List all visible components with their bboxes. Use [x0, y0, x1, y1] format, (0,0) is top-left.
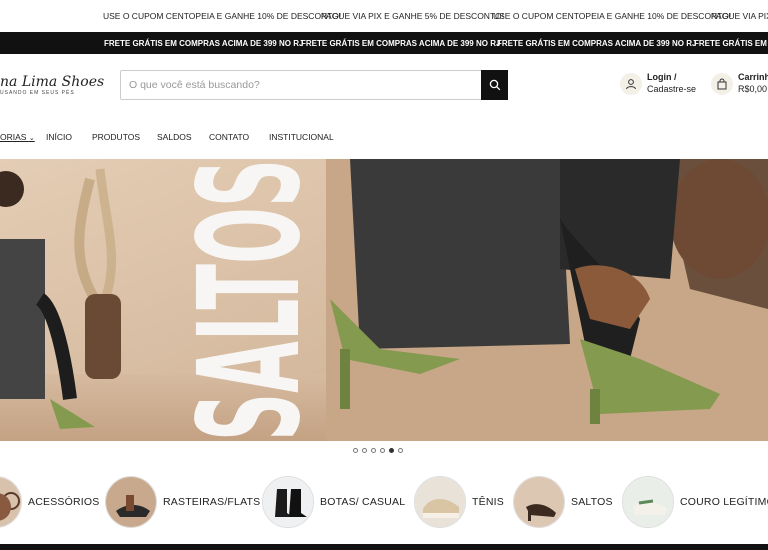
carousel-dot[interactable] — [398, 448, 403, 453]
carousel-dot[interactable] — [362, 448, 367, 453]
search-bar — [120, 70, 508, 100]
cart-total: R$0,00 — [738, 84, 768, 94]
footer-bar — [0, 544, 768, 550]
category-label: BOTAS/ CASUAL — [320, 496, 406, 508]
search-button[interactable] — [481, 70, 508, 100]
search-icon — [489, 79, 500, 91]
cart-label: Carrinho — [738, 72, 768, 82]
hero-banner-image: SALTOS — [0, 159, 768, 441]
search-input[interactable] — [129, 71, 479, 99]
ticker-message: PAGUE VIA PIX E — [711, 11, 768, 21]
glasses-icon — [0, 476, 22, 528]
ticker-message: FRETE GRÁTIS EM COMPRAS ACIMA DE 399 NO … — [497, 38, 697, 48]
ticker-message: USE O CUPOM CENTOPEIA E GANHE 10% DE DES… — [493, 11, 732, 21]
heel-icon — [513, 476, 565, 528]
boot-icon — [262, 476, 314, 528]
carousel-dot[interactable] — [380, 448, 385, 453]
hero-banner[interactable]: SALTOS — [0, 159, 768, 441]
chevron-down-icon: ⌄ — [28, 135, 35, 142]
register-link[interactable]: Cadastre-se — [647, 83, 696, 95]
promo-ticker-shipping: FRETE GRÁTIS EM COMPRAS ACIMA DE 399 NO … — [0, 32, 768, 54]
promo-ticker-coupon: USE O CUPOM CENTOPEIA E GANHE 10% DE DES… — [0, 0, 768, 32]
cart-link[interactable]: Carrinho R$0,00 — [711, 71, 768, 95]
ticker-message: USE O CUPOM CENTOPEIA E GANHE 10% DE DES… — [103, 11, 342, 21]
ticker-message: FRETE GRÁTIS EM COMPRAS ACIMA DE 399 NO … — [301, 38, 501, 48]
category-rasteiras[interactable]: RASTEIRAS/FLATS — [105, 476, 260, 528]
category-label: SALTOS — [571, 496, 613, 508]
nav-item-institucional[interactable]: INSTITUCIONAL — [269, 132, 334, 142]
logo-tagline: USANDO EM SEUS PÉS — [0, 90, 75, 96]
carousel-dot[interactable] — [371, 448, 376, 453]
category-botas[interactable]: BOTAS/ CASUAL — [262, 476, 405, 528]
logo-text: na Lima Shoes — [0, 74, 105, 90]
nav-item-saldos[interactable]: SALDOS — [157, 132, 192, 142]
account-link[interactable]: Login / Cadastre-se — [620, 71, 696, 95]
user-icon — [620, 73, 642, 95]
category-label: TÊNIS — [472, 496, 504, 508]
category-couro[interactable]: COURO LEGÍTIMO — [622, 476, 768, 528]
ticker-message: FRETE GRÁTIS EM C — [694, 38, 768, 48]
nav-item-contato[interactable]: CONTATO — [209, 132, 249, 142]
category-strip: ACESSÓRIOS RASTEIRAS/FLATS BOTAS/ CASUAL… — [0, 476, 768, 532]
category-label: RASTEIRAS/FLATS — [163, 496, 261, 508]
carousel-dot[interactable] — [353, 448, 358, 453]
ticker-message: FRETE GRÁTIS EM COMPRAS ACIMA DE 399 NO … — [104, 38, 304, 48]
main-nav: ORIAS ⌄ INÍCIO PRODUTOS SALDOS CONTATO I… — [0, 122, 768, 152]
nav-item-produtos[interactable]: PRODUTOS — [92, 132, 140, 142]
category-saltos[interactable]: SALTOS — [513, 476, 613, 528]
category-label: ACESSÓRIOS — [28, 496, 100, 508]
carousel-dots — [353, 448, 403, 453]
flat-shoe-icon — [105, 476, 157, 528]
category-acessorios[interactable]: ACESSÓRIOS — [0, 476, 99, 528]
ticker-message: PAGUE VIA PIX E GANHE 5% DE DESCONTO! — [321, 11, 504, 21]
banner-headline: SALTOS — [169, 159, 332, 441]
leather-shoe-icon — [622, 476, 674, 528]
site-header: na Lima Shoes USANDO EM SEUS PÉS Login /… — [0, 54, 768, 122]
category-tenis[interactable]: TÊNIS — [414, 476, 504, 528]
login-link[interactable]: Login / — [647, 71, 696, 83]
category-label: COURO LEGÍTIMO — [680, 496, 768, 508]
sneaker-icon — [414, 476, 466, 528]
carousel-dot-active[interactable] — [389, 448, 394, 453]
shopping-bag-icon — [711, 73, 733, 95]
nav-item-inicio[interactable]: INÍCIO — [46, 132, 72, 142]
nav-item-categorias[interactable]: ORIAS ⌄ — [0, 132, 35, 142]
